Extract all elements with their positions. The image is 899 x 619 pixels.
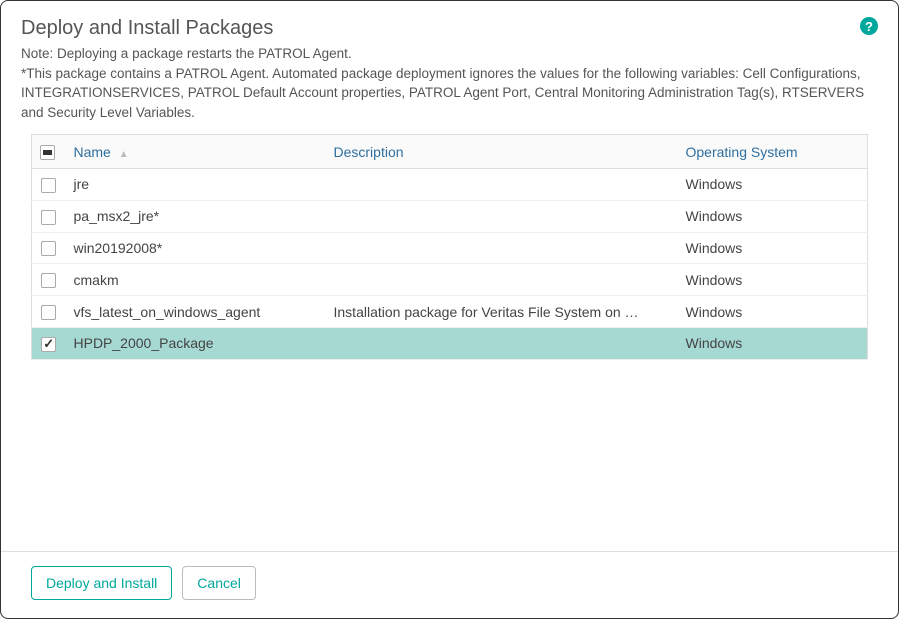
row-checkbox[interactable] — [41, 305, 56, 320]
deploy-install-button[interactable]: Deploy and Install — [31, 566, 172, 600]
column-header-os-label: Operating System — [686, 144, 798, 160]
select-all-checkbox[interactable] — [40, 145, 55, 160]
note-line-2: *This package contains a PATROL Agent. A… — [21, 64, 878, 123]
row-name: cmakm — [66, 264, 326, 296]
row-checkbox[interactable] — [41, 273, 56, 288]
packages-table-wrap: Name ▲ Description Operating System jre W… — [1, 134, 898, 551]
row-checkbox-cell — [32, 264, 66, 296]
packages-table-body: jreWindowspa_msx2_jre*Windowswin20192008… — [32, 169, 868, 360]
row-name: pa_msx2_jre* — [66, 200, 326, 232]
row-description: Installation package for Veritas File Sy… — [326, 296, 678, 328]
row-os: Windows — [678, 200, 868, 232]
row-name: win20192008* — [66, 232, 326, 264]
dialog-title: Deploy and Install Packages — [21, 17, 273, 40]
column-header-description-label: Description — [334, 144, 404, 160]
row-description — [326, 328, 678, 360]
row-checkbox-cell — [32, 296, 66, 328]
table-header-row: Name ▲ Description Operating System — [32, 135, 868, 169]
cancel-button[interactable]: Cancel — [182, 566, 256, 600]
row-os: Windows — [678, 232, 868, 264]
column-header-description[interactable]: Description — [326, 135, 678, 169]
row-description — [326, 169, 678, 201]
deploy-install-dialog: Deploy and Install Packages ? Note: Depl… — [0, 0, 899, 619]
row-checkbox-cell — [32, 200, 66, 232]
row-checkbox[interactable] — [41, 241, 56, 256]
column-header-name-label: Name — [74, 144, 111, 160]
row-name: jre — [66, 169, 326, 201]
dialog-header: Deploy and Install Packages ? — [1, 1, 898, 44]
row-description — [326, 232, 678, 264]
row-os: Windows — [678, 264, 868, 296]
row-name: HPDP_2000_Package — [66, 328, 326, 360]
row-os: Windows — [678, 296, 868, 328]
note-line-1: Note: Deploying a package restarts the P… — [21, 44, 878, 64]
help-icon[interactable]: ? — [860, 17, 878, 35]
packages-table: Name ▲ Description Operating System jre W… — [31, 134, 868, 360]
row-checkbox-cell — [32, 232, 66, 264]
dialog-note: Note: Deploying a package restarts the P… — [1, 44, 898, 134]
column-header-name[interactable]: Name ▲ — [66, 135, 326, 169]
table-row[interactable]: win20192008* Windows — [32, 232, 868, 264]
row-os: Windows — [678, 169, 868, 201]
column-header-os[interactable]: Operating System — [678, 135, 868, 169]
table-row[interactable]: HPDP_2000_Package Windows — [32, 328, 868, 360]
table-row[interactable]: pa_msx2_jre* Windows — [32, 200, 868, 232]
table-row[interactable]: vfs_latest_on_windows_agentInstallation … — [32, 296, 868, 328]
row-os: Windows — [678, 328, 868, 360]
table-row[interactable]: jre Windows — [32, 169, 868, 201]
row-checkbox-cell — [32, 169, 66, 201]
sort-asc-icon: ▲ — [119, 149, 129, 160]
table-row[interactable]: cmakm Windows — [32, 264, 868, 296]
column-header-select — [32, 135, 66, 169]
row-checkbox[interactable] — [41, 337, 56, 352]
row-name: vfs_latest_on_windows_agent — [66, 296, 326, 328]
row-description — [326, 200, 678, 232]
row-checkbox[interactable] — [41, 210, 56, 225]
dialog-footer: Deploy and Install Cancel — [1, 551, 898, 618]
row-checkbox[interactable] — [41, 178, 56, 193]
row-checkbox-cell — [32, 328, 66, 360]
row-description — [326, 264, 678, 296]
